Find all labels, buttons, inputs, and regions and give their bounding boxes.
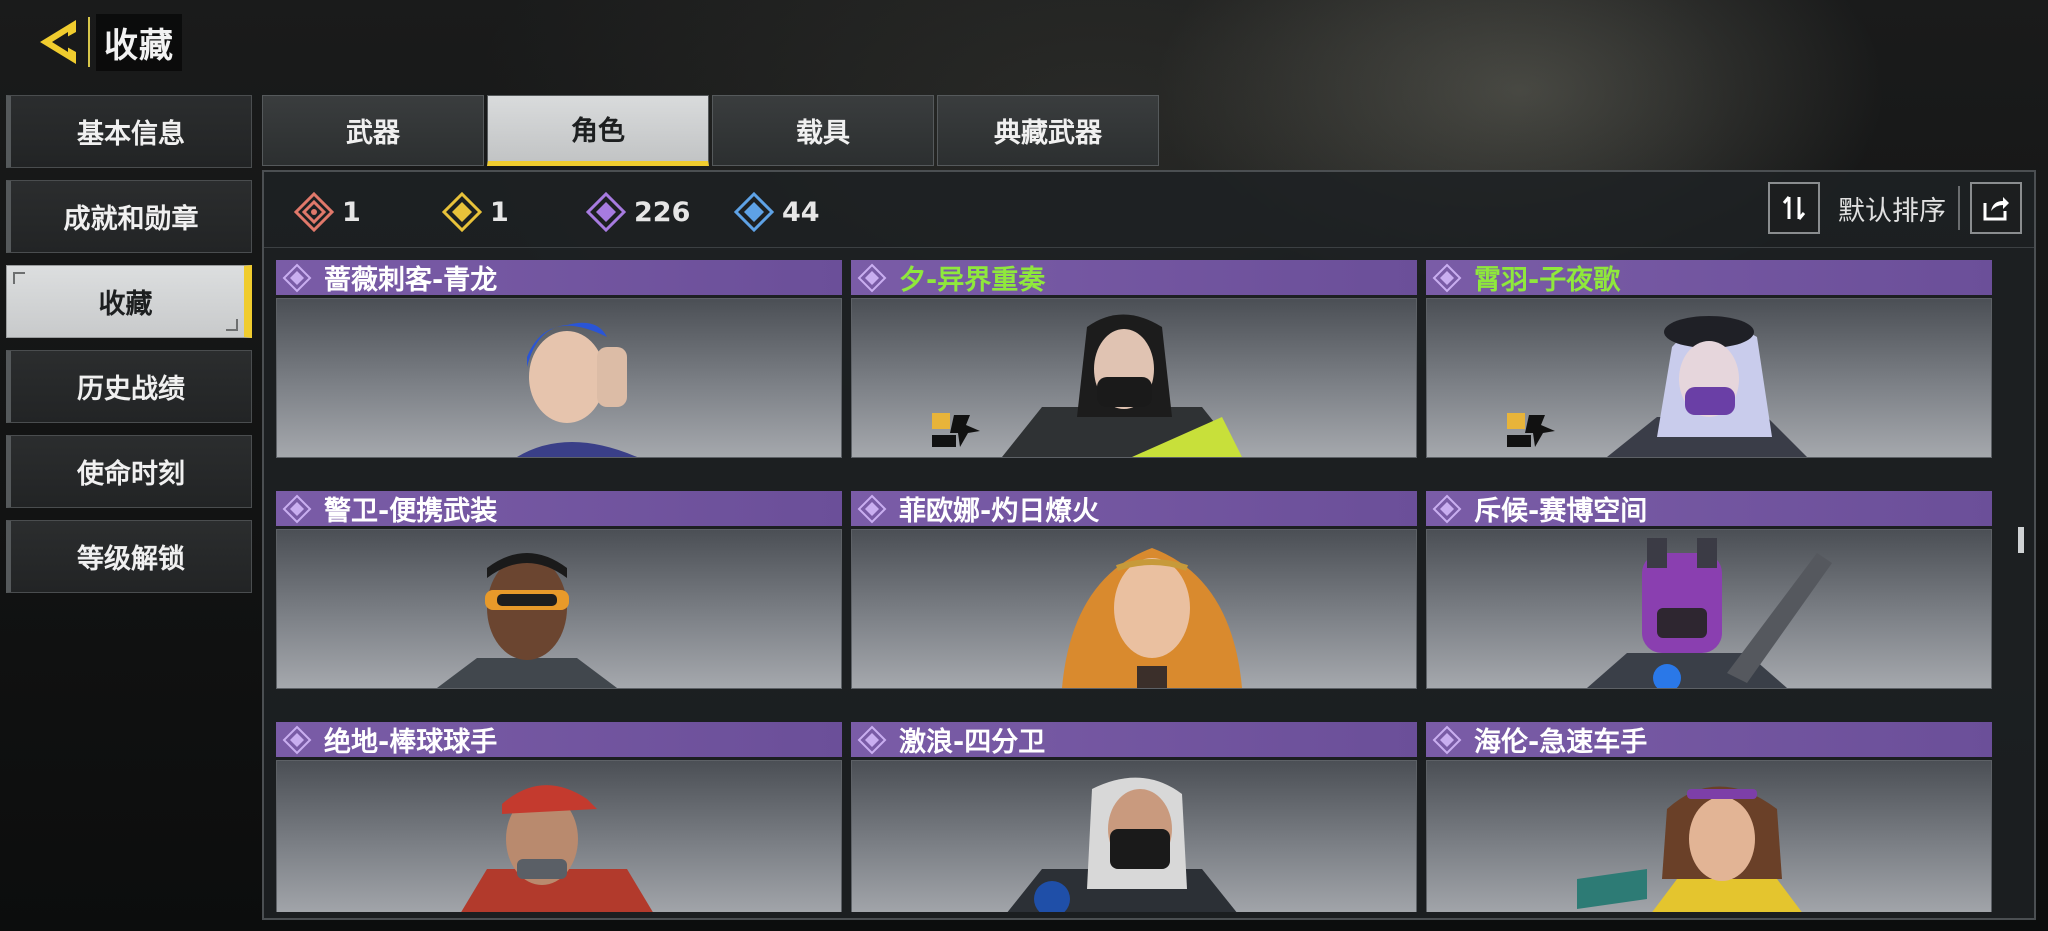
sidebar-item-level-unlocks[interactable]: 等级解锁 — [6, 520, 252, 593]
collection-panel: 1 1 226 44 默认排序 蔷薇刺客-青龙 夕-异界重奏 霄羽-子夜歌 警卫… — [262, 170, 2036, 920]
sort-controls: 默认排序 — [1768, 180, 2022, 236]
epic-rarity-icon — [282, 494, 312, 523]
mythic-counter: 1 — [294, 192, 361, 232]
character-name: 激浪-四分卫 — [899, 727, 1046, 758]
sidebar: 基本信息 成就和勋章 收藏 历史战绩 使命时刻 等级解锁 — [6, 95, 252, 605]
sort-divider — [1958, 186, 1960, 230]
epic-rarity-icon — [1432, 494, 1462, 523]
legendary-counter: 1 — [442, 192, 509, 232]
tab-weapons[interactable]: 武器 — [262, 95, 484, 166]
tab-characters[interactable]: 角色 — [487, 95, 709, 166]
portrait-figure — [461, 785, 653, 912]
card-header: 警卫-便携武装 — [276, 491, 842, 527]
tab-collector-weapons[interactable]: 典藏武器 — [937, 95, 1159, 166]
character-card[interactable]: 警卫-便携武装 — [276, 491, 842, 689]
back-arrow-icon — [40, 20, 76, 64]
character-name: 菲欧娜-灼日燎火 — [899, 496, 1100, 527]
sort-toggle-button[interactable] — [1768, 182, 1820, 234]
character-card[interactable]: 斥候-赛博空间 — [1426, 491, 1992, 689]
portrait-figure — [1587, 538, 1832, 688]
header-divider — [88, 17, 90, 67]
character-name: 警卫-便携武装 — [324, 496, 498, 527]
header: 收藏 — [30, 13, 182, 71]
back-button[interactable] — [30, 14, 86, 70]
character-portrait — [1426, 760, 1992, 912]
legendary-rarity-icon — [442, 192, 482, 232]
character-card[interactable]: 霄羽-子夜歌 — [1426, 260, 1992, 458]
card-header: 海伦-急速车手 — [1426, 722, 1992, 758]
sidebar-item-achievements[interactable]: 成就和勋章 — [6, 180, 252, 253]
card-header: 夕-异界重奏 — [851, 260, 1417, 296]
card-header: 霄羽-子夜歌 — [1426, 260, 1992, 296]
epic-rarity-icon — [586, 192, 626, 232]
epic-count: 226 — [634, 196, 691, 228]
card-header: 菲欧娜-灼日燎火 — [851, 491, 1417, 527]
portrait-figure — [1062, 548, 1242, 688]
character-name: 斥候-赛博空间 — [1474, 496, 1648, 527]
character-card[interactable]: 绝地-棒球球手 — [276, 722, 842, 912]
epic-rarity-icon — [282, 263, 312, 292]
character-portrait — [1426, 298, 1992, 458]
character-card[interactable]: 激浪-四分卫 — [851, 722, 1417, 912]
sort-label[interactable]: 默认排序 — [1838, 189, 1946, 228]
rare-rarity-icon — [734, 192, 774, 232]
grid-scrollbar[interactable] — [2018, 282, 2024, 862]
sidebar-item-basic-info[interactable]: 基本信息 — [6, 95, 252, 168]
epic-rarity-icon — [857, 494, 887, 523]
character-portrait — [851, 529, 1417, 689]
page-title: 收藏 — [96, 13, 182, 71]
collab-logo — [930, 411, 986, 451]
character-portrait — [1426, 529, 1992, 689]
card-header: 蔷薇刺客-青龙 — [276, 260, 842, 296]
card-header: 激浪-四分卫 — [851, 722, 1417, 758]
character-name: 夕-异界重奏 — [899, 265, 1046, 296]
character-name: 蔷薇刺客-青龙 — [324, 265, 498, 296]
share-icon — [1983, 197, 2009, 221]
character-card[interactable]: 菲欧娜-灼日燎火 — [851, 491, 1417, 689]
character-portrait — [851, 298, 1417, 458]
character-grid: 蔷薇刺客-青龙 夕-异界重奏 霄羽-子夜歌 警卫-便携武装 菲欧娜-灼日燎火 斥… — [276, 260, 1994, 912]
tab-vehicles[interactable]: 载具 — [712, 95, 934, 166]
epic-rarity-icon — [857, 263, 887, 292]
portrait-figure — [437, 553, 617, 688]
legendary-count: 1 — [490, 196, 509, 228]
card-header: 绝地-棒球球手 — [276, 722, 842, 758]
portrait-figure — [517, 322, 637, 457]
scroll-thumb[interactable] — [2018, 527, 2024, 553]
sidebar-item-collection[interactable]: 收藏 — [6, 265, 252, 338]
character-card[interactable]: 蔷薇刺客-青龙 — [276, 260, 842, 458]
rare-counter: 44 — [734, 192, 820, 232]
epic-rarity-icon — [282, 725, 312, 754]
epic-rarity-icon — [1432, 263, 1462, 292]
portrait-figure — [1002, 314, 1242, 457]
sidebar-item-mission-moments[interactable]: 使命时刻 — [6, 435, 252, 508]
card-header: 斥候-赛博空间 — [1426, 491, 1992, 527]
mythic-rarity-icon — [294, 192, 334, 232]
rarity-summary-bar: 1 1 226 44 默认排序 — [264, 172, 2034, 248]
epic-counter: 226 — [586, 192, 690, 232]
portrait-figure — [1577, 786, 1802, 912]
rare-count: 44 — [782, 196, 820, 228]
character-portrait — [851, 760, 1417, 912]
category-tabs: 武器 角色 载具 典藏武器 — [262, 95, 1159, 166]
epic-rarity-icon — [857, 725, 887, 754]
character-name: 海伦-急速车手 — [1474, 727, 1648, 758]
share-button[interactable] — [1970, 182, 2022, 234]
sort-toggle-icon — [1782, 196, 1806, 220]
character-name: 绝地-棒球球手 — [324, 727, 498, 758]
character-portrait — [276, 529, 842, 689]
mythic-count: 1 — [342, 196, 361, 228]
character-name: 霄羽-子夜歌 — [1474, 265, 1621, 296]
portrait-figure — [1007, 777, 1237, 912]
character-card[interactable]: 海伦-急速车手 — [1426, 722, 1992, 912]
collab-logo — [1505, 411, 1561, 451]
character-card[interactable]: 夕-异界重奏 — [851, 260, 1417, 458]
sidebar-item-match-history[interactable]: 历史战绩 — [6, 350, 252, 423]
epic-rarity-icon — [1432, 725, 1462, 754]
character-portrait — [276, 760, 842, 912]
character-portrait — [276, 298, 842, 458]
portrait-figure — [1607, 316, 1807, 457]
